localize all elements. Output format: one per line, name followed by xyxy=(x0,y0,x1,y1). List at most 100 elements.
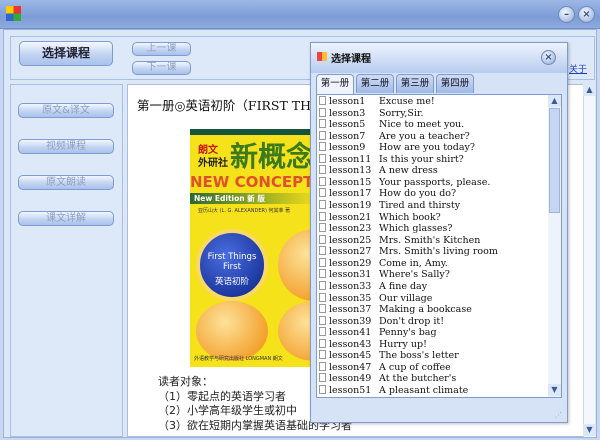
lesson-id: lesson11 xyxy=(329,153,372,165)
lesson-title: How are you today? xyxy=(379,142,475,154)
tab-book3[interactable]: 第三册 xyxy=(396,74,434,93)
lesson-title: Our village xyxy=(379,292,433,304)
lesson-id: lesson35 xyxy=(329,292,372,304)
lesson-id: lesson27 xyxy=(329,246,372,258)
lesson-title: A cup of coffee xyxy=(379,361,451,373)
lesson-id: lesson41 xyxy=(329,327,372,339)
list-item[interactable]: lesson49 At the butcher's xyxy=(319,373,456,385)
list-item[interactable]: lesson45 The boss's letter xyxy=(319,350,459,362)
lesson-title: Mrs. Smith's living room xyxy=(379,246,498,258)
list-item[interactable]: lesson29 Come in, Amy. xyxy=(319,257,448,270)
cover-subtitle-cn: 英语初阶 xyxy=(214,277,249,287)
lesson-list[interactable]: lesson1 Excuse me! lesson3 Sorry,Sir. lesson… xyxy=(316,94,562,398)
list-item[interactable]: lesson17 How do you do? xyxy=(319,188,456,200)
list-item[interactable]: lesson19 Tired and thirsty xyxy=(319,200,460,212)
lesson-title: A new dress xyxy=(379,165,438,177)
list-item[interactable]: lesson23 Which glasses? xyxy=(319,223,453,235)
lesson-title: A fine day xyxy=(379,280,428,292)
list-item[interactable]: lesson25 Mrs. Smith's Kitchen xyxy=(319,234,480,247)
list-scrollbar[interactable]: ▲ ▼ xyxy=(548,95,561,397)
lesson-id: lesson17 xyxy=(329,188,372,200)
lesson-id: lesson31 xyxy=(329,269,372,281)
lesson-title: Which glasses? xyxy=(379,223,453,235)
list-item[interactable]: lesson1 Excuse me! xyxy=(319,96,435,108)
tab-book4[interactable]: 第四册 xyxy=(436,74,474,93)
minimize-icon[interactable]: – xyxy=(558,6,575,23)
document-icon xyxy=(319,165,326,175)
document-icon xyxy=(319,142,326,152)
list-item[interactable]: lesson5 Nice to meet you. xyxy=(319,119,464,131)
list-item[interactable]: lesson31 Where's Sally? xyxy=(319,269,450,281)
document-icon xyxy=(319,304,326,314)
document-icon xyxy=(319,246,326,256)
list-item[interactable]: lesson39 Don't drop it! xyxy=(319,315,445,328)
document-icon xyxy=(319,188,326,198)
lesson-id: lesson39 xyxy=(329,315,372,327)
list-item[interactable]: lesson21 Which book? xyxy=(319,211,441,224)
document-icon xyxy=(319,385,326,394)
scroll-down-icon[interactable]: ▼ xyxy=(548,384,561,396)
lesson-id: lesson3 xyxy=(329,107,366,119)
scroll-thumb[interactable] xyxy=(549,108,560,213)
lesson-id: lesson53 xyxy=(329,397,379,398)
list-item[interactable]: lesson3 Sorry,Sir. xyxy=(319,107,424,120)
list-item[interactable]: lesson43 Hurry up! xyxy=(319,338,427,351)
lesson-title: Which book? xyxy=(379,211,441,223)
scroll-up-icon[interactable]: ▲ xyxy=(548,95,561,107)
list-item[interactable]: lesson7 Are you a teacher? xyxy=(319,130,470,143)
list-item[interactable]: lesson35 Our village xyxy=(319,292,433,305)
list-item[interactable]: lesson13 A new dress xyxy=(319,165,438,177)
document-icon xyxy=(319,176,326,186)
document-icon xyxy=(319,361,326,371)
document-icon xyxy=(319,396,326,397)
document-icon xyxy=(319,338,326,348)
list-item[interactable]: lesson51 A pleasant climate xyxy=(319,385,468,397)
dialog-close-icon[interactable]: × xyxy=(541,50,556,65)
document-icon xyxy=(319,373,326,383)
content-scrollbar[interactable]: ▲ ▼ xyxy=(583,84,596,437)
list-item[interactable]: lesson53An interesting climate xyxy=(319,396,486,398)
close-icon[interactable]: × xyxy=(578,6,595,23)
dialog-header: 选择课程 × xyxy=(311,43,567,73)
cover-circle-orange xyxy=(196,301,268,361)
sidebar-item-explanation[interactable]: 课文详解 xyxy=(18,211,114,226)
tab-book1[interactable]: 第一册 xyxy=(316,74,354,94)
lesson-title: Sorry,Sir. xyxy=(379,107,424,119)
list-item[interactable]: lesson47 A cup of coffee xyxy=(319,361,451,374)
lesson-title: Tired and thirsty xyxy=(379,200,461,212)
document-icon xyxy=(319,107,326,117)
scroll-up-icon[interactable]: ▲ xyxy=(583,84,596,96)
list-item[interactable]: lesson33 A fine day xyxy=(319,280,428,293)
cover-footer: 外语教学与研究出版社 LONGMAN 朗文 xyxy=(194,356,283,362)
tab-book2[interactable]: 第二册 xyxy=(356,74,394,93)
lesson-title: Hurry up! xyxy=(379,338,427,350)
cover-author: 亚历山大 (L. G. ALEXANDER) 何其莘 著 xyxy=(198,208,291,214)
lesson-title: Making a bookcase xyxy=(379,304,472,316)
select-course-button[interactable]: 选择课程 xyxy=(19,41,113,66)
lesson-title: The boss's letter xyxy=(379,350,459,362)
about-link[interactable]: 关于 xyxy=(569,62,587,75)
lesson-id: lesson7 xyxy=(329,130,366,142)
scroll-down-icon[interactable]: ▼ xyxy=(583,424,596,436)
prev-lesson-button[interactable]: 上一课 xyxy=(132,42,191,56)
list-item[interactable]: lesson9 How are you today? xyxy=(319,142,475,154)
document-icon xyxy=(319,269,326,279)
lesson-id: lesson47 xyxy=(329,361,372,373)
lesson-title: A pleasant climate xyxy=(379,385,469,396)
list-item[interactable]: lesson37 Making a bookcase xyxy=(319,304,472,316)
sidebar-item-reading[interactable]: 原文朗读 xyxy=(18,175,114,190)
lesson-id: lesson13 xyxy=(329,165,372,177)
next-lesson-button[interactable]: 下一课 xyxy=(132,61,191,75)
lesson-id: lesson23 xyxy=(329,223,372,235)
sidebar-item-video[interactable]: 视频课程 xyxy=(18,139,114,154)
list-item[interactable]: lesson27 Mrs. Smith's living room xyxy=(319,246,498,258)
cover-publisher2: 外研社 xyxy=(198,158,228,169)
sidebar xyxy=(10,84,123,437)
sidebar-item-text-translation[interactable]: 原文&译文 xyxy=(18,103,114,118)
list-item[interactable]: lesson15 Your passports, please. xyxy=(319,176,490,189)
lesson-title: Don't drop it! xyxy=(379,315,445,327)
list-item[interactable]: lesson11 Is this your shirt? xyxy=(319,153,464,166)
resize-grip-icon[interactable]: ⋰ xyxy=(555,411,562,419)
list-item[interactable]: lesson41 Penny's bag xyxy=(319,327,437,339)
lesson-id: lesson43 xyxy=(329,338,372,350)
